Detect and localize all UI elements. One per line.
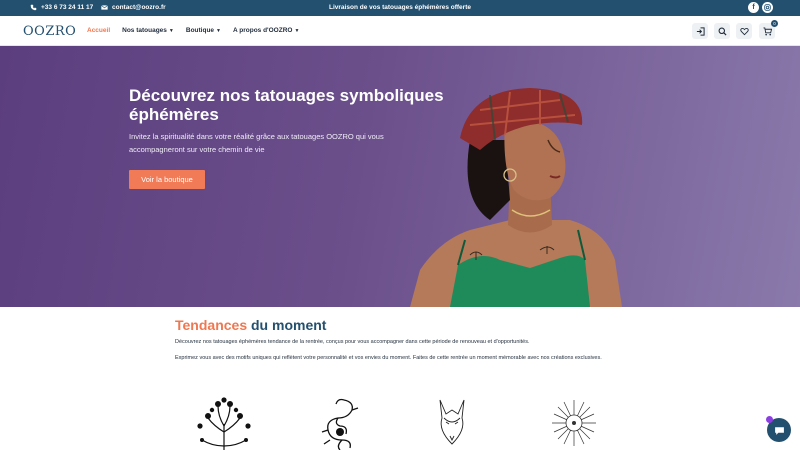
sun-motif[interactable] bbox=[544, 396, 604, 450]
login-icon bbox=[696, 26, 705, 36]
facebook-icon[interactable]: f bbox=[748, 2, 759, 13]
trends-heading: Tendances du moment bbox=[175, 317, 326, 333]
search-icon bbox=[718, 27, 727, 36]
shop-button[interactable]: Voir la boutique bbox=[129, 170, 205, 189]
fox-motif[interactable] bbox=[432, 396, 472, 450]
nav-item-nos-tatouages[interactable]: Nos tatouages ▼ bbox=[122, 27, 174, 34]
login-button[interactable] bbox=[692, 23, 708, 39]
chevron-down-icon: ▼ bbox=[216, 27, 221, 34]
nav-item-label: Nos tatouages bbox=[122, 27, 167, 34]
top-bar: +33 6 73 24 11 17 contact@oozro.fr Livra… bbox=[0, 0, 800, 16]
trends-heading-accent: Tendances bbox=[175, 317, 248, 333]
cart-button[interactable]: 0 bbox=[759, 20, 778, 39]
search-button[interactable] bbox=[714, 23, 730, 39]
trends-intro: Découvrez nos tatouages éphémères tendan… bbox=[175, 339, 530, 345]
chevron-down-icon: ▼ bbox=[168, 27, 174, 34]
nav-item-label: A propos d'OOZRO bbox=[233, 27, 293, 34]
trends-description: Exprimez vous avec des motifs uniques qu… bbox=[175, 355, 602, 361]
instagram-icon[interactable] bbox=[762, 2, 773, 13]
hero-model-photo bbox=[410, 88, 622, 307]
nav-item-accueil[interactable]: Accueil bbox=[87, 27, 110, 34]
hero-subtitle: Invitez la spiritualité dans votre réali… bbox=[129, 132, 384, 154]
tree-of-life-motif[interactable] bbox=[188, 396, 260, 450]
cart-count-badge: 0 bbox=[771, 20, 778, 27]
site-header: OOZRO Accueil Nos tatouages ▼ Boutique ▼… bbox=[0, 16, 800, 46]
nav-item-label: Accueil bbox=[87, 27, 111, 34]
site-logo[interactable]: OOZRO bbox=[23, 24, 76, 39]
wishlist-button[interactable] bbox=[736, 23, 752, 39]
nav-item-label: Boutique bbox=[185, 27, 215, 34]
notification-dot bbox=[766, 416, 773, 423]
promo-text: Livraison de vos tatouages éphémères off… bbox=[329, 4, 471, 11]
hero-title: Découvrez nos tatouages symboliques éphé… bbox=[129, 86, 444, 124]
chat-icon bbox=[774, 426, 784, 435]
hero-banner: Découvrez nos tatouages symboliques éphé… bbox=[0, 46, 800, 307]
dragon-motif[interactable] bbox=[318, 396, 362, 450]
nav-item-boutique[interactable]: Boutique ▼ bbox=[186, 27, 221, 34]
trends-heading-rest: du moment bbox=[251, 317, 327, 333]
nav-item-a-propos[interactable]: A propos d'OOZRO ▼ bbox=[233, 27, 299, 34]
heart-icon bbox=[739, 27, 749, 35]
cart-icon bbox=[762, 26, 772, 35]
chevron-down-icon: ▼ bbox=[294, 27, 300, 34]
main-nav: Accueil Nos tatouages ▼ Boutique ▼ A pro… bbox=[87, 27, 299, 34]
